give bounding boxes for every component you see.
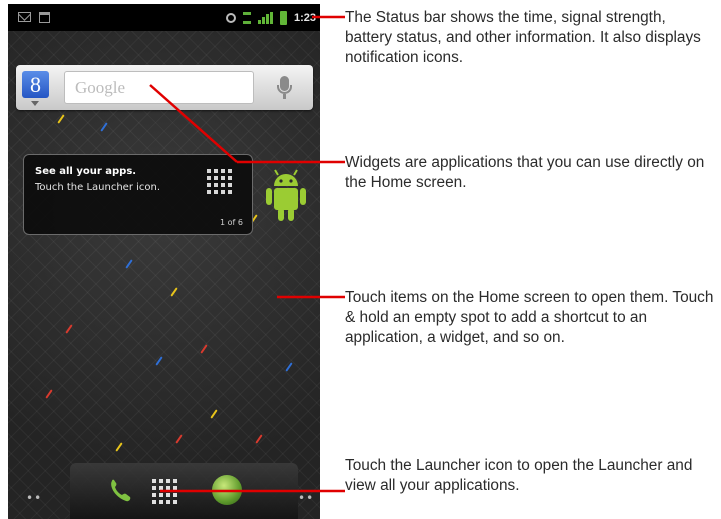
- callout-home-screen: Touch items on the Home screen to open t…: [345, 289, 714, 346]
- callout-status-bar: The Status bar shows the time, signal st…: [345, 9, 701, 66]
- callout-leader-lines: [149, 15, 345, 493]
- callout-widgets: Widgets are applications that you can us…: [345, 154, 705, 191]
- callout-launcher: Touch the Launcher icon to open the Laun…: [345, 457, 693, 494]
- leader-line-widgets: [149, 84, 238, 163]
